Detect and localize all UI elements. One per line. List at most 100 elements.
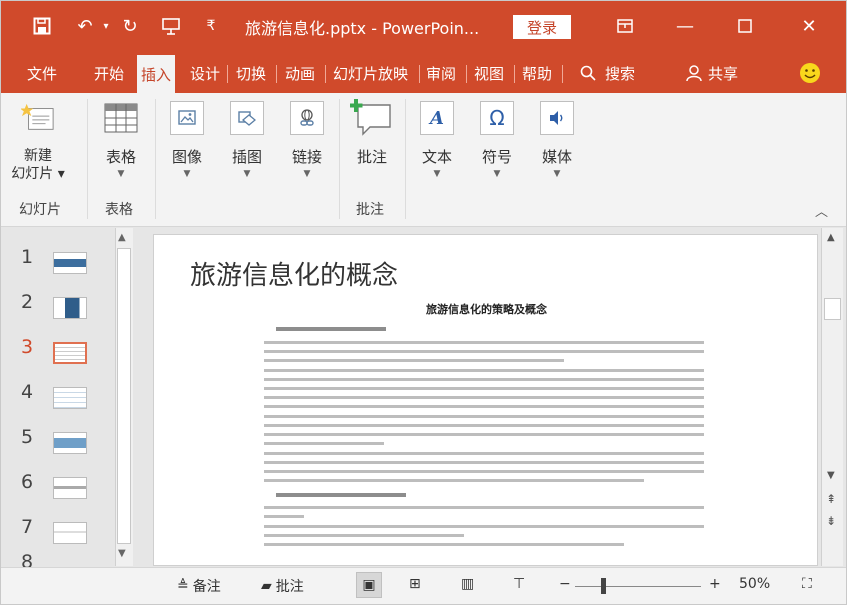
tab-home[interactable]: 开始: [94, 58, 124, 88]
document-subheading: [276, 493, 406, 497]
thumbnail-number: 7: [21, 516, 34, 538]
thumbnail-5[interactable]: 5: [1, 420, 119, 460]
reading-view-icon[interactable]: ▥: [461, 576, 474, 592]
symbol-label: 符号: [481, 148, 512, 166]
document-text-line: [264, 350, 704, 353]
comment-button[interactable]: 批注: [349, 97, 395, 167]
thumbnail-3[interactable]: 3: [1, 330, 119, 370]
tab-transitions[interactable]: 切换: [236, 58, 266, 88]
redo-icon[interactable]: ↻: [117, 13, 143, 39]
powerpoint-window: ↶ ▾ ↻ ₹ 旅游信息化.pptx - PowerPoin... 登录 — ✕…: [0, 0, 847, 605]
title-bar: ↶ ▾ ↻ ₹ 旅游信息化.pptx - PowerPoin... 登录 — ✕: [1, 1, 846, 51]
previous-slide-icon[interactable]: ⇞: [826, 492, 836, 506]
normal-view-icon[interactable]: ▣: [356, 572, 382, 598]
undo-dropdown-icon[interactable]: ▾: [99, 13, 113, 39]
thumbnail-image: [53, 477, 87, 499]
thumbnail-6[interactable]: 6: [1, 465, 119, 505]
illustrations-button[interactable]: 插图 ▼: [225, 97, 269, 181]
maximize-icon[interactable]: [725, 11, 765, 41]
tab-help[interactable]: 帮助: [522, 58, 552, 88]
notes-button[interactable]: ≜ 备注: [177, 576, 221, 596]
symbol-button[interactable]: Ω 符号 ▼: [475, 97, 519, 181]
omega-icon: Ω: [480, 101, 514, 135]
link-label: 链接: [291, 148, 322, 166]
zoom-out-icon[interactable]: −: [559, 576, 571, 592]
tab-design[interactable]: 设计: [190, 58, 220, 88]
editor-scrollbar[interactable]: ▲ ▼ ⇞ ⇟: [821, 228, 843, 566]
tab-slideshow[interactable]: 幻灯片放映: [333, 58, 408, 88]
search-label: 搜索: [605, 64, 636, 83]
fit-to-window-icon[interactable]: ⛶: [802, 576, 812, 592]
ribbon-display-icon[interactable]: [605, 11, 645, 41]
media-label: 媒体: [541, 148, 572, 166]
present-icon[interactable]: [158, 13, 184, 39]
comments-button[interactable]: ▰ 批注: [261, 576, 304, 596]
image-button[interactable]: 图像 ▼: [165, 97, 209, 181]
thumbnail-image: [53, 522, 87, 544]
scrollbar-thumb[interactable]: [824, 298, 841, 320]
document-text-line: [264, 470, 704, 473]
table-label: 表格: [105, 148, 136, 166]
thumbnail-7[interactable]: 7: [1, 510, 119, 550]
zoom-in-icon[interactable]: +: [709, 576, 721, 592]
zoom-slider-thumb[interactable]: [601, 578, 606, 594]
qat-menu-icon[interactable]: ₹: [201, 13, 221, 39]
scroll-down-icon[interactable]: ▼: [118, 548, 126, 559]
slide-sorter-icon[interactable]: ⊞: [409, 576, 421, 592]
tab-separator: [276, 65, 277, 83]
group-label-slides: 幻灯片: [19, 202, 61, 218]
save-icon[interactable]: [29, 13, 55, 39]
tab-file[interactable]: 文件: [27, 58, 57, 88]
login-button[interactable]: 登录: [513, 15, 571, 39]
notes-label: 备注: [192, 579, 221, 595]
new-slide-icon: [21, 101, 55, 135]
collapse-ribbon-icon[interactable]: ︿: [815, 201, 828, 220]
minimize-icon[interactable]: —: [665, 11, 705, 41]
thumbnail-8-partial[interactable]: 8: [1, 553, 119, 567]
document-image-heading: 旅游信息化的策略及概念: [426, 303, 547, 316]
text-icon: A: [420, 101, 454, 135]
document-text-line: [264, 359, 564, 362]
group-separator: [405, 99, 406, 219]
tab-separator: [227, 65, 228, 83]
comments-label: 批注: [275, 579, 304, 595]
zoom-slider-track[interactable]: [575, 586, 701, 587]
ribbon: 新建 幻灯片 ▾ 表格 ▼ 图像 ▼ 插图 ▼ 链接 ▼ 批注 A 文本 ▼ Ω…: [1, 93, 846, 227]
chevron-down-icon: ▼: [493, 169, 501, 179]
thumbnail-image: [53, 252, 87, 274]
search-icon: [580, 65, 596, 81]
tab-separator: [325, 65, 326, 83]
media-button[interactable]: 媒体 ▼: [535, 97, 579, 181]
document-text-line: [264, 433, 704, 436]
group-label-comment: 批注: [356, 202, 384, 218]
thumbnail-4[interactable]: 4: [1, 375, 119, 415]
document-text-line: [264, 424, 704, 427]
tab-view[interactable]: 视图: [474, 58, 504, 88]
tab-insert[interactable]: 插入: [137, 55, 176, 93]
scrollbar-thumb[interactable]: [117, 248, 131, 544]
text-button[interactable]: A 文本 ▼: [415, 97, 459, 181]
table-button[interactable]: 表格 ▼: [99, 97, 143, 181]
thumbnail-number: 3: [21, 336, 34, 358]
scroll-down-icon[interactable]: ▼: [827, 470, 835, 481]
undo-icon[interactable]: ↶: [71, 13, 99, 39]
thumbnails-scrollbar[interactable]: ▲ ▼: [115, 228, 133, 566]
zoom-level[interactable]: 50%: [739, 576, 770, 592]
next-slide-icon[interactable]: ⇟: [826, 514, 836, 528]
slideshow-view-icon[interactable]: ⊤: [513, 576, 525, 592]
slide-canvas[interactable]: 旅游信息化的概念 旅游信息化的策略及概念: [153, 234, 818, 566]
close-icon[interactable]: ✕: [789, 11, 829, 41]
scroll-up-icon[interactable]: ▲: [827, 232, 835, 243]
thumbnail-2[interactable]: 2: [1, 285, 119, 325]
slide-title[interactable]: 旅游信息化的概念: [190, 255, 398, 292]
link-button[interactable]: 链接 ▼: [285, 97, 329, 181]
search-box[interactable]: 搜索: [579, 58, 635, 88]
smiley-icon[interactable]: [799, 58, 821, 88]
tab-animations[interactable]: 动画: [285, 58, 315, 88]
new-slide-button[interactable]: 新建 幻灯片 ▾: [11, 97, 65, 183]
thumbnail-1[interactable]: 1: [1, 240, 119, 280]
share-button[interactable]: 共享: [686, 58, 738, 88]
tab-review[interactable]: 审阅: [426, 58, 456, 88]
scroll-up-icon[interactable]: ▲: [118, 232, 126, 243]
share-label: 共享: [708, 64, 739, 83]
